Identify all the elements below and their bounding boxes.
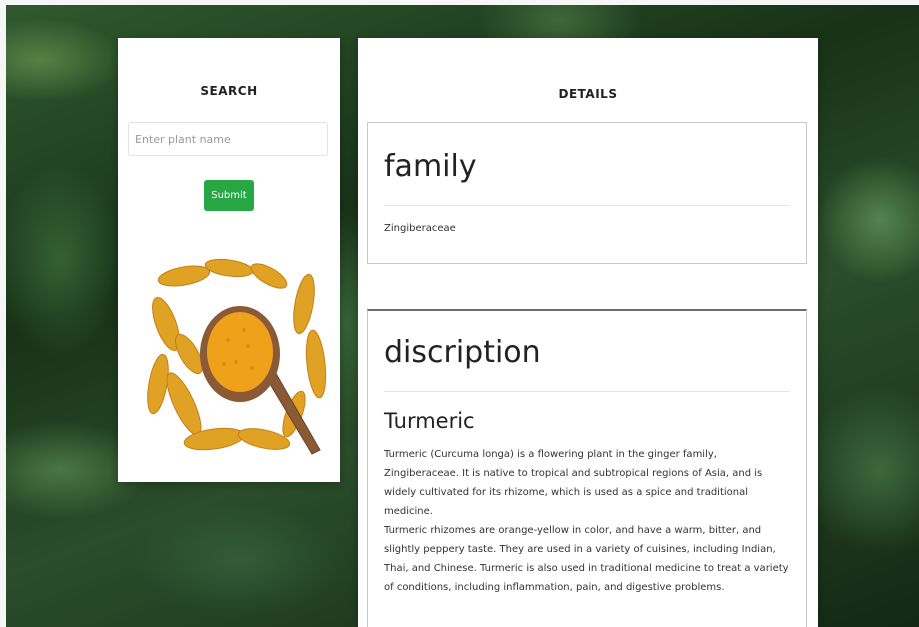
top-border bbox=[0, 0, 919, 5]
family-card: family Zingiberaceae bbox=[367, 122, 807, 264]
divider bbox=[384, 391, 790, 392]
details-panel: DETAILS family Zingiberaceae discription… bbox=[358, 38, 818, 627]
left-border bbox=[0, 0, 6, 627]
plant-name-input[interactable] bbox=[128, 122, 328, 156]
divider bbox=[384, 205, 790, 206]
family-value: Zingiberaceae bbox=[384, 223, 456, 234]
description-paragraph-2: Turmeric rhizomes are orange-yellow in c… bbox=[384, 525, 789, 593]
description-card: discription Turmeric Turmeric (Curcuma l… bbox=[367, 309, 807, 627]
family-heading: family bbox=[384, 149, 477, 184]
details-heading: DETAILS bbox=[558, 87, 618, 101]
search-heading: SEARCH bbox=[200, 84, 258, 98]
submit-button[interactable]: Submit bbox=[204, 180, 254, 211]
plant-name-title: Turmeric bbox=[384, 409, 475, 433]
turmeric-image bbox=[144, 254, 330, 458]
search-panel: SEARCH Submit bbox=[118, 38, 340, 482]
description-heading: discription bbox=[384, 335, 541, 370]
description-paragraph-1: Turmeric (Curcuma longa) is a flowering … bbox=[384, 449, 763, 517]
